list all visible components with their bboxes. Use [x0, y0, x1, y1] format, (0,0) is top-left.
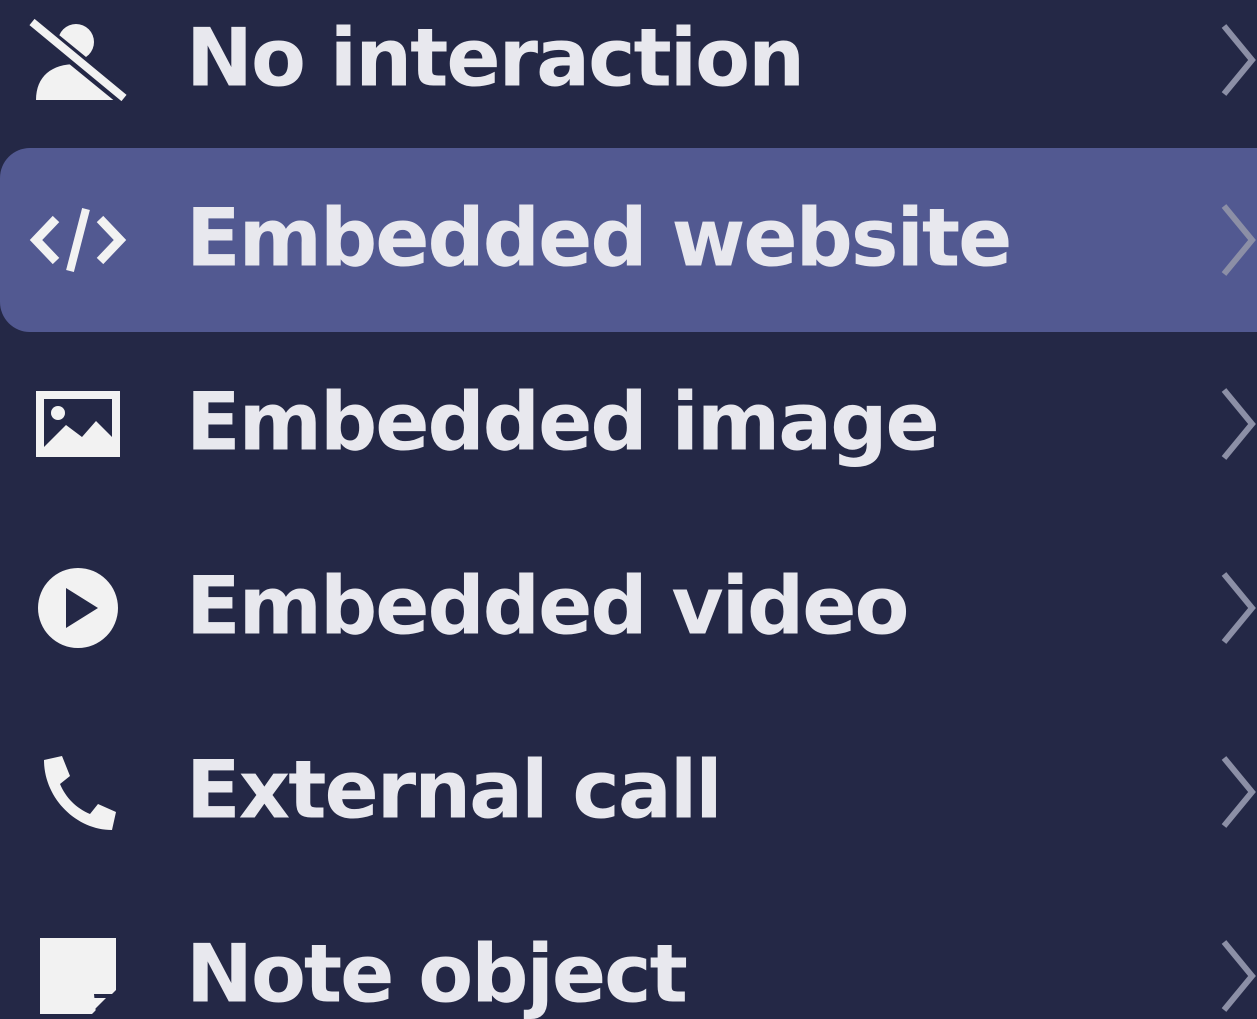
user-off-icon: [28, 10, 128, 110]
chevron-right-icon: [1221, 572, 1256, 644]
chevron-right-icon: [1221, 388, 1256, 460]
menu-item-embedded-image[interactable]: Embedded image: [0, 332, 1257, 516]
menu-item-no-interaction[interactable]: No interaction: [0, 0, 1257, 152]
interaction-type-menu: No interaction Embedded website Embedded…: [0, 0, 1257, 1019]
menu-item-embedded-video[interactable]: Embedded video: [0, 516, 1257, 700]
menu-item-external-call[interactable]: External call: [0, 700, 1257, 884]
play-circle-icon: [28, 558, 128, 658]
code-icon: [28, 190, 128, 290]
chevron-right-icon: [1221, 24, 1256, 96]
menu-item-label: External call: [186, 743, 723, 837]
menu-item-note-object[interactable]: Note object: [0, 884, 1257, 1019]
menu-item-label: Embedded video: [186, 559, 909, 653]
menu-item-embedded-website[interactable]: Embedded website: [0, 148, 1257, 332]
menu-item-label: Embedded website: [186, 191, 1012, 285]
note-icon: [28, 926, 128, 1019]
menu-item-label: Note object: [186, 927, 688, 1019]
chevron-right-icon: [1221, 756, 1256, 828]
chevron-right-icon: [1221, 204, 1256, 276]
menu-item-label: No interaction: [186, 11, 805, 105]
image-icon: [28, 374, 128, 474]
phone-icon: [28, 742, 128, 842]
menu-item-label: Embedded image: [186, 375, 940, 469]
chevron-right-icon: [1221, 940, 1256, 1012]
